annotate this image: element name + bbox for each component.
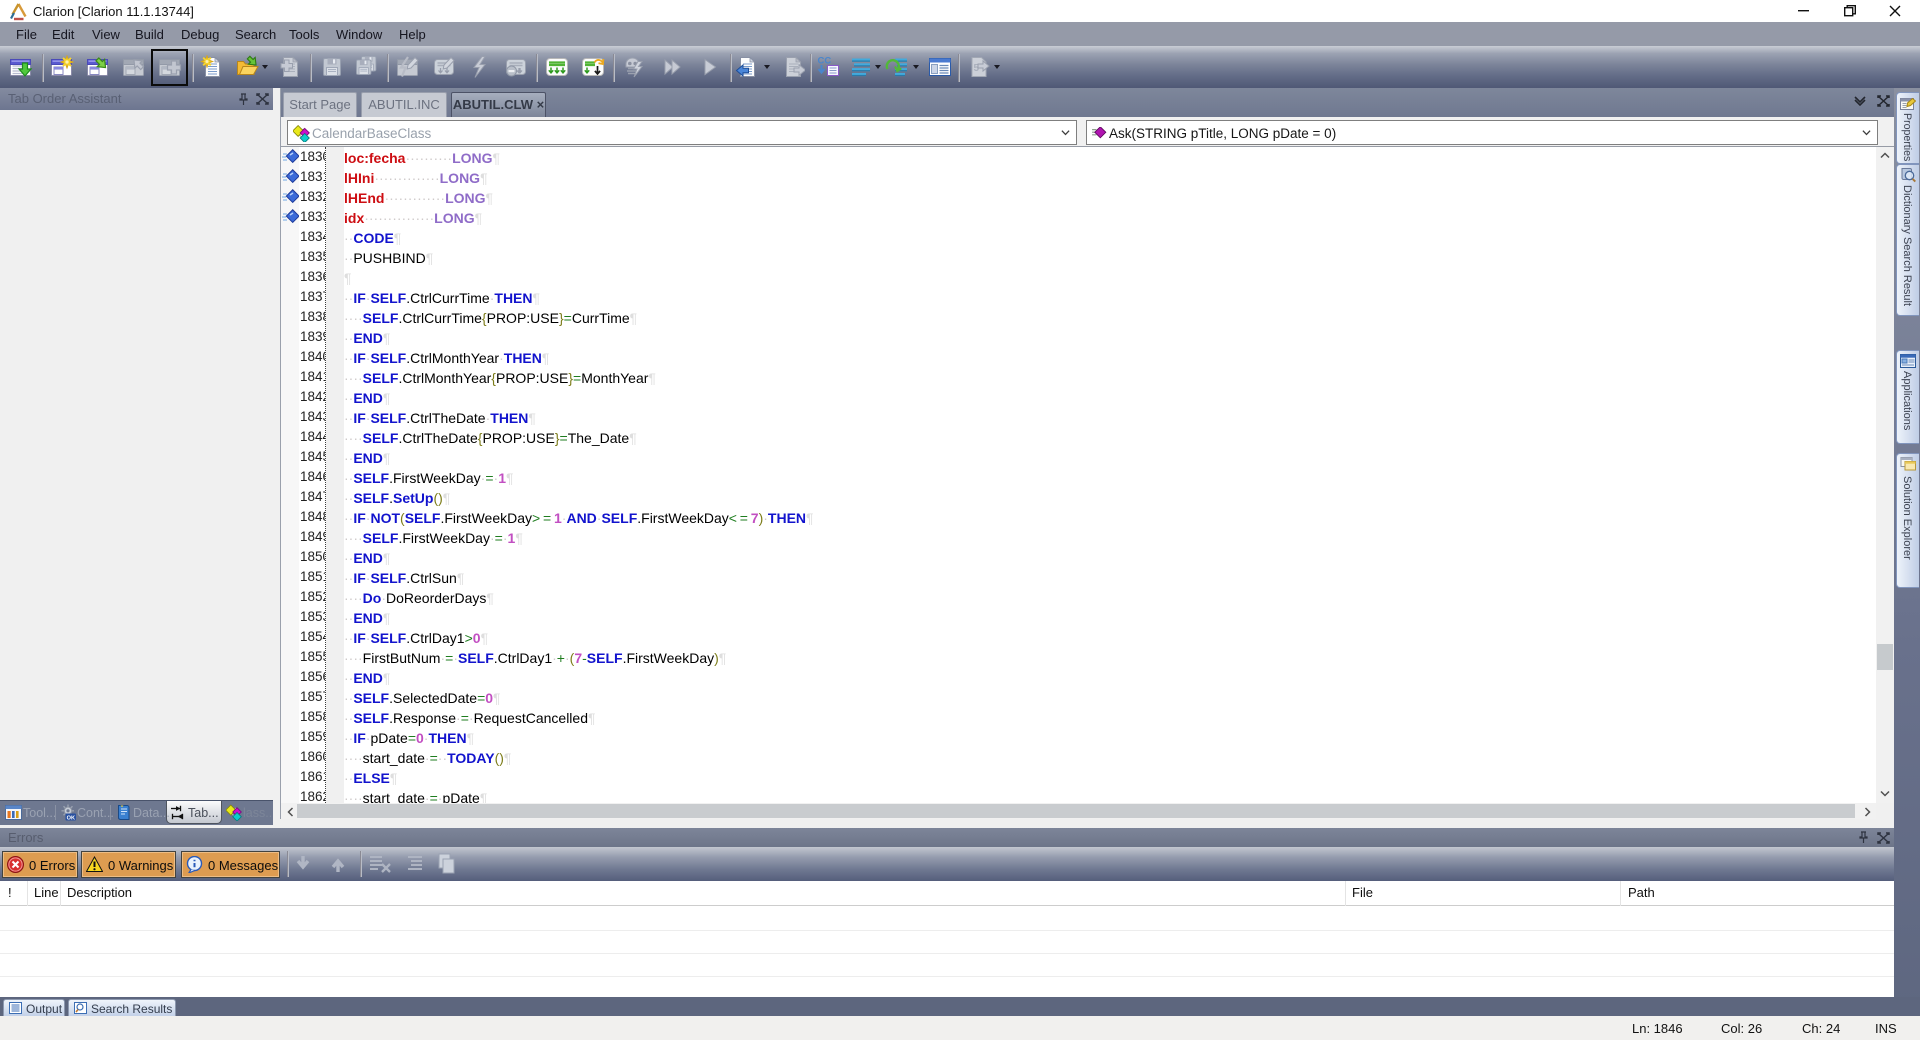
svg-text:OK: OK [67,815,75,821]
svg-text:CC: CC [818,56,832,67]
